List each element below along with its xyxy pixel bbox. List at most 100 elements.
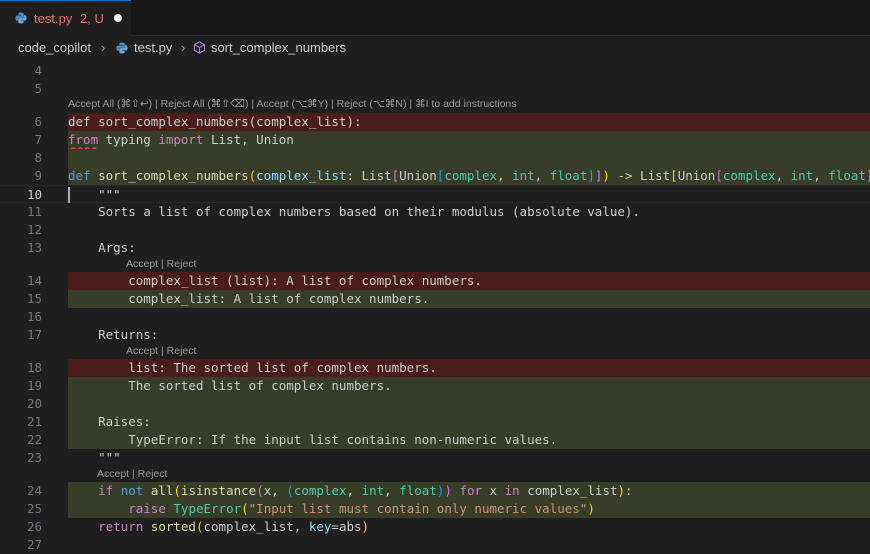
docstring: Sorts a list of complex numbers based on… <box>98 204 640 219</box>
line-number: 9 <box>34 168 42 183</box>
code-line: 27 <box>0 536 870 554</box>
code-line-added: 25 raise TypeError("Input list must cont… <box>0 500 870 518</box>
line-number: 25 <box>26 501 42 516</box>
code-editor[interactable]: 4 5 Accept All (⌘⇧↩) | Reject All (⌘⇧⌫) … <box>0 60 870 554</box>
keyword: def <box>68 168 91 183</box>
code-line: 23 """ <box>0 449 870 467</box>
line-number: 13 <box>26 240 42 255</box>
type-name: int <box>790 168 814 183</box>
tab-test-py[interactable]: test.py 2, U <box>0 0 131 36</box>
line-number: 27 <box>26 537 42 552</box>
code-line: 11 Sorts a list of complex numbers based… <box>0 203 870 221</box>
docstring: Raises: <box>98 414 151 429</box>
python-file-icon <box>116 42 128 54</box>
tab-filename: test.py <box>34 11 73 26</box>
code-text: x, <box>263 483 287 498</box>
parameter: complex_list <box>256 168 347 183</box>
line-number: 4 <box>34 63 42 78</box>
code-line-current: 10 """ <box>0 185 870 203</box>
diff-hunk-accept-reject-lens[interactable]: Accept | Reject <box>97 468 167 482</box>
python-file-icon <box>15 12 27 24</box>
line-number: 5 <box>34 81 42 96</box>
code-text: : <box>625 483 633 498</box>
docstring: Args: <box>98 240 136 255</box>
keyword: raise <box>128 501 166 516</box>
parameter: key <box>308 519 332 534</box>
breadcrumb-file[interactable]: test.py <box>134 40 172 55</box>
line-number: 22 <box>26 432 42 447</box>
code-line-added: 19 The sorted list of complex numbers. <box>0 377 870 395</box>
tab-problem-count: 2, U <box>80 11 104 26</box>
line-number: 24 <box>26 483 42 498</box>
keyword: for <box>459 483 483 498</box>
breadcrumb-symbol[interactable]: sort_complex_numbers <box>211 40 346 55</box>
line-number: 15 <box>26 291 42 306</box>
code-text: -> List <box>609 168 671 183</box>
code-text: =abs <box>331 519 362 534</box>
docstring: list: The sorted list of complex numbers… <box>128 360 437 375</box>
type-name: float <box>549 168 588 183</box>
code-line: 4 <box>0 62 870 80</box>
code-line: 5 <box>0 80 870 98</box>
line-number: 6 <box>34 114 42 129</box>
code-text: List, Union <box>203 132 294 147</box>
keyword: import <box>158 132 204 147</box>
docstring: complex_list (list): A list of complex n… <box>128 273 482 288</box>
code-text: typing <box>98 132 159 147</box>
code-line: 26 return sorted(complex_list, key=abs) <box>0 518 870 536</box>
docstring: """ <box>98 450 121 465</box>
line-number: 19 <box>26 378 42 393</box>
line-number: 17 <box>26 327 42 342</box>
type-name: int <box>512 168 535 183</box>
code-text: complex_list, <box>203 519 309 534</box>
type-name: float <box>828 168 866 183</box>
code-line: 16 <box>0 308 870 326</box>
docstring: Returns: <box>98 327 159 342</box>
code-line-removed: 14 complex_list (list): A list of comple… <box>0 272 870 290</box>
line-number: 7 <box>34 132 42 147</box>
code-text: Union <box>677 168 716 183</box>
tab-bar: test.py 2, U <box>0 0 870 36</box>
docstring: TypeError: If the input list contains no… <box>128 432 558 447</box>
function-name: isinstance <box>180 483 257 498</box>
docstring: """ <box>98 187 121 202</box>
code-text: complex_list <box>519 483 618 498</box>
unsaved-dot-icon[interactable] <box>114 14 122 22</box>
diff-hunk-accept-reject-lens[interactable]: Accept | Reject <box>126 345 196 359</box>
code-line: 13 Args: <box>0 239 870 257</box>
function-name: sorted <box>150 519 196 534</box>
breadcrumb-folder[interactable]: code_copilot <box>18 40 91 55</box>
line-number: 12 <box>26 222 42 237</box>
docstring: The sorted list of complex numbers. <box>128 378 392 393</box>
type-name: TypeError <box>173 501 242 516</box>
keyword: in <box>504 483 520 498</box>
code-line-added: 24 if not all(isinstance(x, (complex, in… <box>0 482 870 500</box>
type-name: complex <box>293 483 347 498</box>
diff-accept-reject-all-lens[interactable]: Accept All (⌘⇧↩) | Reject All (⌘⇧⌫) | Ac… <box>68 98 517 112</box>
line-number: 8 <box>34 150 42 165</box>
type-name: int <box>361 483 385 498</box>
code-line-added: 8 <box>0 149 870 167</box>
code-line-added: 21 Raises: <box>0 413 870 431</box>
code-line: 17 Returns: <box>0 326 870 344</box>
keyword: return <box>98 519 144 534</box>
function-name: all <box>150 483 174 498</box>
code-text: sort_complex_numbers(complex_list): <box>98 114 362 129</box>
keyword: if <box>98 483 114 498</box>
line-number: 21 <box>26 414 42 429</box>
code-line-added: 20 <box>0 395 870 413</box>
code-line-removed: 18 list: The sorted list of complex numb… <box>0 359 870 377</box>
code-line-added: 9 def sort_complex_numbers(complex_list:… <box>0 167 870 185</box>
line-number: 18 <box>26 360 42 375</box>
keyword: from <box>68 132 99 147</box>
keyword: not <box>120 483 144 498</box>
diff-hunk-accept-reject-lens[interactable]: Accept | Reject <box>126 258 196 272</box>
code-line-added: 15 complex_list: A list of complex numbe… <box>0 290 870 308</box>
code-text: : List <box>346 168 392 183</box>
line-number: 11 <box>26 204 42 219</box>
line-number: 10 <box>26 187 42 202</box>
line-number: 23 <box>26 450 42 465</box>
type-name: float <box>399 483 437 498</box>
string: "Input list must contain only numeric va… <box>248 501 588 516</box>
type-name: complex <box>444 168 498 183</box>
